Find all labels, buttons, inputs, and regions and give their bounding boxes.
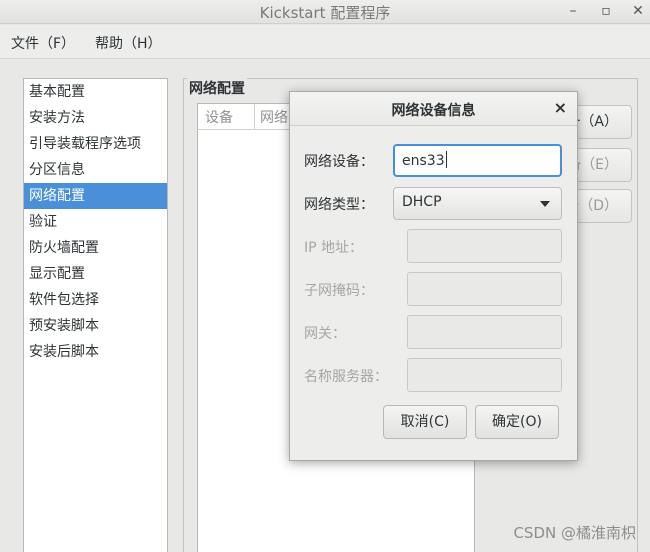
sidebar-item-post-script[interactable]: 安装后脚本 [24,339,167,365]
column-network[interactable]: 网络 [260,107,288,127]
device-input[interactable]: ens33 [393,144,562,177]
gateway-label: 网关： [304,326,346,342]
title-bar: Kickstart 配置程序 – ▫ ✕ [0,0,650,24]
ip-label: IP 地址： [304,240,364,256]
sidebar-item-install-method[interactable]: 安装方法 [24,105,167,131]
network-type-select[interactable]: DHCP [393,187,562,220]
window-title: Kickstart 配置程序 [259,4,391,22]
close-icon[interactable]: × [554,98,567,117]
dialog-title: 网络设备信息 [391,103,476,119]
sidebar-item-basic-config[interactable]: 基本配置 [24,79,167,105]
type-label: 网络类型： [304,197,374,213]
sidebar-item-partition[interactable]: 分区信息 [24,157,167,183]
nameserver-label: 名称服务器： [304,369,388,385]
section-title: 网络配置 [187,78,247,98]
sidebar: 基本配置 安装方法 引导装载程序选项 分区信息 网络配置 验证 防火墙配置 显示… [23,78,168,552]
close-window-icon[interactable]: ✕ [627,1,649,21]
netmask-label: 子网掩码： [304,283,374,299]
nameserver-input[interactable] [407,358,562,392]
chevron-down-icon [540,201,550,207]
column-divider [254,104,255,130]
ok-button[interactable]: 确定(O) [475,405,559,439]
watermark: CSDN @橘淮南枳 [513,524,636,542]
sidebar-item-auth[interactable]: 验证 [24,209,167,235]
dialog-header: 网络设备信息 × [290,92,577,126]
gateway-input[interactable] [407,315,562,349]
ip-input[interactable] [407,229,562,263]
maximize-icon[interactable]: ▫ [595,1,617,21]
menu-file[interactable]: 文件（F） [11,33,75,53]
device-input-value: ens33 [402,153,445,169]
text-caret [445,151,447,168]
sidebar-item-firewall[interactable]: 防火墙配置 [24,235,167,261]
cancel-button[interactable]: 取消(C) [383,405,467,439]
sidebar-item-network[interactable]: 网络配置 [24,183,167,209]
netmask-input[interactable] [407,272,562,306]
minimize-icon[interactable]: – [562,1,584,21]
menu-help[interactable]: 帮助（H） [95,33,162,53]
device-label: 网络设备： [304,154,374,170]
column-device[interactable]: 设备 [205,107,233,127]
sidebar-item-pre-script[interactable]: 预安装脚本 [24,313,167,339]
sidebar-item-display[interactable]: 显示配置 [24,261,167,287]
network-type-value: DHCP [402,194,442,210]
menu-bar: 文件（F） 帮助（H） [0,25,650,59]
sidebar-item-bootloader[interactable]: 引导装载程序选项 [24,131,167,157]
network-device-dialog: 网络设备信息 × 网络设备： ens33 网络类型： DHCP IP 地址： 子… [289,91,578,461]
sidebar-item-packages[interactable]: 软件包选择 [24,287,167,313]
